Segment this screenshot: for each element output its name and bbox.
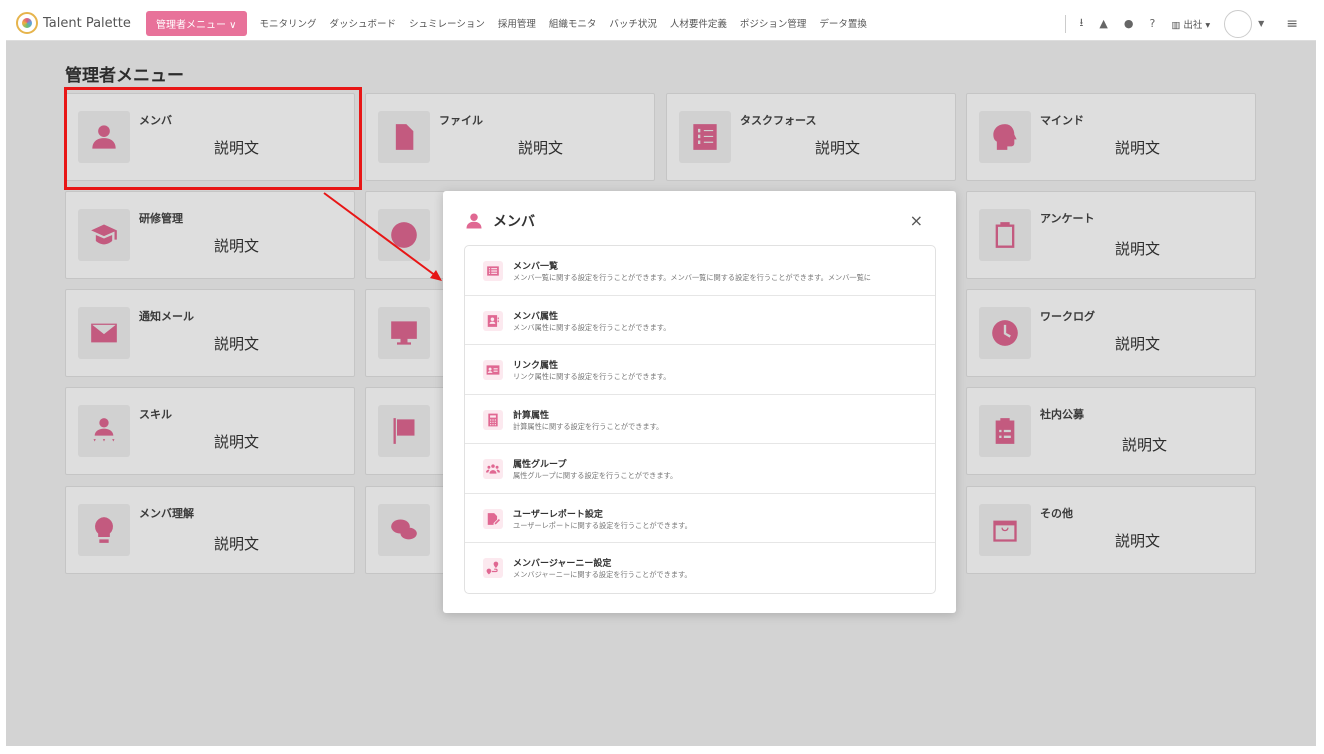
building-icon: ▥ (1171, 19, 1184, 31)
list-item-member-list[interactable]: メンバ一覧 メンバ一覧に関する設定を行うことができます。メンバ一覧に関する設定を… (465, 246, 935, 296)
list-item-member-attributes[interactable]: メンバ属性 メンバ属性に関する設定を行うことができます。 (465, 296, 935, 345)
id-card-icon (483, 310, 503, 331)
chevron-down-icon[interactable]: ▼ (1258, 19, 1264, 28)
nav-item-org-monitor[interactable]: 組織モニタ (549, 16, 597, 30)
group-icon (483, 459, 503, 479)
list-item-description: 属性グループに関する設定を行うことができます。 (513, 471, 678, 480)
list-item-title: 属性グループ (513, 460, 567, 470)
list-item-calculated-attributes[interactable]: 計算属性 計算属性に関する設定を行うことができます。 (465, 395, 935, 444)
list-item-title: メンバ一覧 (513, 262, 559, 272)
list-item-user-report-settings[interactable]: ユーザーレポート設定 ユーザーレポートに関する設定を行うことができます。 (465, 494, 935, 543)
list-item-title: ユーザーレポート設定 (513, 509, 603, 520)
help-icon[interactable]: ? (1149, 17, 1155, 30)
bell-icon[interactable]: ▲ (1099, 17, 1107, 30)
nav-item-recruiting[interactable]: 採用管理 (498, 16, 536, 30)
header-tools: ⭳ ▲ ● ? ▥ 出社 ▾ ▼ ≡ (1064, 6, 1316, 41)
list-item-title: メンバ属性 (513, 311, 559, 322)
list-icon (483, 261, 503, 281)
chat-icon[interactable]: ● (1124, 17, 1134, 30)
report-icon (483, 508, 503, 529)
logo-text: Talent Palette (43, 15, 131, 31)
nav-item-monitoring[interactable]: モニタリング (260, 16, 317, 30)
route-icon (483, 558, 503, 578)
list-item-description: リンク属性に関する設定を行うことができます。 (513, 372, 671, 381)
nav-item-position-management[interactable]: ポジション管理 (740, 16, 807, 30)
list-item-member-journey-settings[interactable]: メンバージャーニー設定 メンバジャーニーに関する設定を行うことができます。 (465, 543, 935, 593)
office-status-dropdown[interactable]: ▥ 出社 ▾ (1171, 17, 1210, 31)
office-status-label: 出社 ▾ (1183, 19, 1211, 31)
link-card-icon (483, 360, 503, 380)
download-icon[interactable]: ⭳ (1080, 14, 1084, 33)
list-item-description: メンバ属性に関する設定を行うことができます。 (513, 322, 671, 332)
divider (1064, 14, 1066, 33)
hamburger-menu-icon[interactable]: ≡ (1286, 16, 1298, 32)
nav-item-batch-status[interactable]: バッチ状況 (609, 16, 657, 30)
list-item-title: メンバージャーニー設定 (513, 559, 612, 569)
list-item-description: ユーザーレポートに関する設定を行うことができます。 (513, 520, 692, 530)
person-icon (466, 213, 482, 229)
close-icon[interactable]: × (910, 211, 923, 230)
highlight-box (64, 87, 362, 190)
nav-item-dashboard[interactable]: ダッシュボード (330, 16, 397, 30)
list-item-description: 計算属性に関する設定を行うことができます。 (513, 421, 664, 431)
settings-list: メンバ一覧 メンバ一覧に関する設定を行うことができます。メンバ一覧に関する設定を… (464, 245, 936, 594)
member-settings-modal: メンバ × メンバ一覧 メンバ一覧に関する設定を行うことができます。メンバ一覧に… (443, 191, 956, 613)
avatar[interactable] (1224, 9, 1253, 38)
logo[interactable]: Talent Palette (16, 12, 134, 34)
list-item-title: 計算属性 (513, 410, 550, 421)
modal-title: メンバ (493, 214, 535, 230)
modal-header: メンバ (465, 211, 535, 231)
logo-icon (16, 12, 38, 34)
list-item-description: メンバジャーニーに関する設定を行うことができます。 (513, 570, 692, 579)
list-item-title: リンク属性 (513, 361, 559, 371)
calculator-icon (483, 409, 503, 430)
nav-item-talent-requirements[interactable]: 人材要件定義 (670, 16, 727, 30)
admin-menu-button[interactable]: 管理者メニュー ∨ (146, 10, 247, 36)
app-frame: Talent Palette 管理者メニュー ∨ モニタリング ダッシュボード … (6, 6, 1316, 746)
list-item-link-attributes[interactable]: リンク属性 リンク属性に関する設定を行うことができます。 (465, 345, 935, 395)
top-navigation-bar: Talent Palette 管理者メニュー ∨ モニタリング ダッシュボード … (6, 6, 1316, 41)
nav-item-data-replace[interactable]: データ置換 (819, 16, 867, 30)
list-item-attribute-group[interactable]: 属性グループ 属性グループに関する設定を行うことができます。 (465, 444, 935, 494)
nav-item-simulation[interactable]: シュミレーション (409, 16, 485, 30)
list-item-description: メンバ一覧に関する設定を行うことができます。メンバ一覧に関する設定を行うことがで… (513, 273, 871, 282)
